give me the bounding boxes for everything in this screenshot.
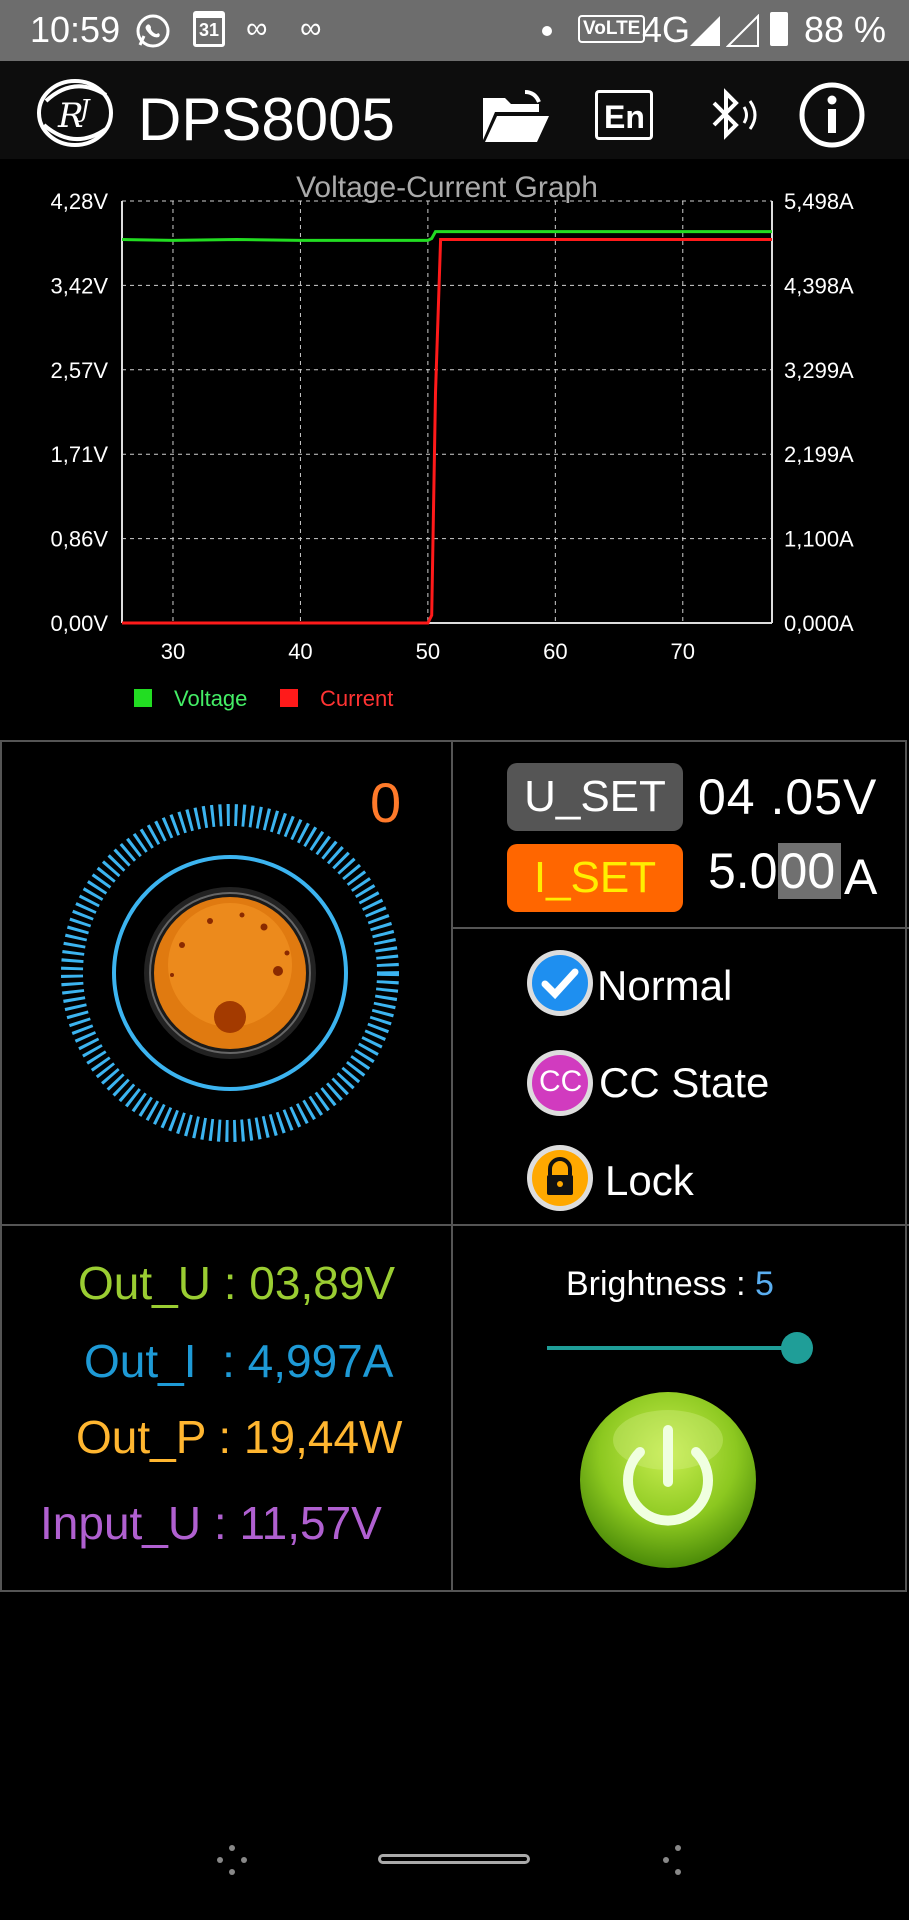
y-left-tick-label: 4,28V: [51, 189, 109, 214]
cc-state-indicator: CC CC State: [525, 1048, 769, 1118]
chart-title: Voltage-Current Graph: [296, 171, 598, 204]
nav-back-icon[interactable]: [652, 1840, 692, 1880]
x-tick-label: 50: [416, 639, 440, 664]
whatsapp-icon: [134, 12, 172, 55]
bluetooth-icon[interactable]: [694, 79, 766, 151]
cc-icon: CC: [525, 1048, 595, 1118]
x-tick-label: 60: [543, 639, 567, 664]
out-u-readout: Out_U : 03,89V: [78, 1257, 396, 1309]
notification-dot-icon: [542, 26, 552, 36]
out-p-readout: Out_P : 19,44W: [76, 1411, 403, 1463]
i-set-value-selected-digits: 00: [777, 843, 842, 899]
x-tick-label: 40: [288, 639, 312, 664]
power-button[interactable]: [578, 1390, 758, 1570]
encoder-knob[interactable]: [52, 795, 408, 1151]
y-right-tick-label: 4,398A: [784, 273, 854, 298]
y-right-tick-label: 0,000A: [784, 611, 854, 636]
status-bar: 10:59 31 ∞ ∞ VoLTE 4G 88 %: [0, 0, 909, 61]
out-i-readout: Out_I : 4,997A: [84, 1335, 394, 1387]
u-set-value[interactable]: 04 .05: [698, 768, 843, 826]
app-logo-icon: RJ: [32, 73, 118, 158]
normal-checkbox[interactable]: Normal: [525, 948, 732, 1023]
panel-divider-h: [0, 1224, 909, 1226]
y-left-tick-label: 0,00V: [51, 611, 109, 636]
i-set-label: I_SET: [533, 853, 657, 902]
normal-label: Normal: [597, 961, 733, 1009]
brightness-slider[interactable]: [547, 1330, 813, 1366]
calendar-icon: 31: [193, 11, 225, 47]
u-set-button[interactable]: U_SET: [507, 763, 683, 831]
battery-percent: 88 %: [804, 9, 887, 50]
power-icon: [580, 1392, 756, 1568]
brightness-label: Brightness :: [566, 1265, 746, 1303]
status-time: 10:59: [30, 9, 121, 50]
y-right-tick-label: 3,299A: [784, 358, 854, 383]
i-set-value[interactable]: 5.000: [708, 842, 842, 904]
y-left-tick-label: 0,86V: [51, 527, 109, 552]
lock-icon: [525, 1143, 595, 1218]
lock-label: Lock: [605, 1156, 694, 1204]
panel-divider-h-right: [453, 927, 909, 929]
slider-thumb[interactable]: [781, 1332, 813, 1364]
panel-divider-v: [451, 740, 453, 1592]
legend-label-voltage: Voltage: [174, 686, 247, 711]
y-left-tick-label: 2,57V: [51, 358, 109, 383]
nav-recent-icon[interactable]: [212, 1840, 252, 1880]
cc-state-label: CC State: [599, 1059, 770, 1106]
i-set-unit: A: [844, 849, 878, 905]
info-icon[interactable]: [796, 79, 868, 151]
signal-icon-2: [725, 13, 760, 53]
series-line-current: [122, 238, 772, 625]
input-u-readout: Input_U : 11,57V: [40, 1497, 382, 1549]
x-tick-label: 70: [671, 639, 695, 664]
voicemail-icon: ∞: [246, 12, 268, 45]
legend-swatch-voltage: [134, 689, 152, 707]
open-folder-icon[interactable]: [480, 79, 552, 151]
nav-home-bar[interactable]: [378, 1854, 530, 1864]
y-right-tick-label: 2,199A: [784, 442, 854, 467]
u-set-label: U_SET: [524, 772, 666, 821]
legend-label-current: Current: [320, 686, 393, 711]
slider-track: [547, 1346, 797, 1350]
voltage-current-graph: Voltage-Current Graph 4,28V 5,498A 3,42V 4,3…: [0, 159, 909, 729]
app-bar: RJ DPS8005 En: [0, 61, 909, 159]
y-left-tick-label: 3,42V: [51, 273, 109, 298]
y-left-tick-label: 1,71V: [51, 442, 109, 467]
u-set-unit: V: [843, 769, 877, 825]
y-right-tick-label: 1,100A: [784, 527, 854, 552]
app-title: DPS8005: [138, 86, 395, 153]
brightness-value: 5: [754, 1265, 774, 1303]
i-set-value-digits: 5.0: [708, 843, 778, 899]
language-en-icon[interactable]: En: [588, 79, 660, 151]
i-set-button[interactable]: I_SET: [507, 844, 683, 912]
chart-canvas: Voltage-Current Graph 4,28V 5,498A 3,42V 4,3…: [51, 171, 855, 711]
language-label: En: [604, 99, 645, 135]
signal-icon: [688, 14, 722, 53]
network-type: 4G: [642, 9, 691, 50]
voicemail-icon-2: ∞: [300, 12, 322, 45]
lock-toggle[interactable]: Lock: [525, 1143, 694, 1218]
y-right-tick-label: 5,498A: [784, 189, 854, 214]
volte-badge: VoLTE: [578, 15, 646, 43]
knob-counter: 0: [370, 771, 402, 834]
cc-badge-text: CC: [539, 1065, 583, 1098]
brightness-label-row: Brightness : 5: [566, 1265, 774, 1304]
legend-swatch-current: [280, 689, 298, 707]
battery-icon: [770, 12, 788, 46]
check-icon: [525, 948, 595, 1023]
x-tick-label: 30: [161, 639, 185, 664]
